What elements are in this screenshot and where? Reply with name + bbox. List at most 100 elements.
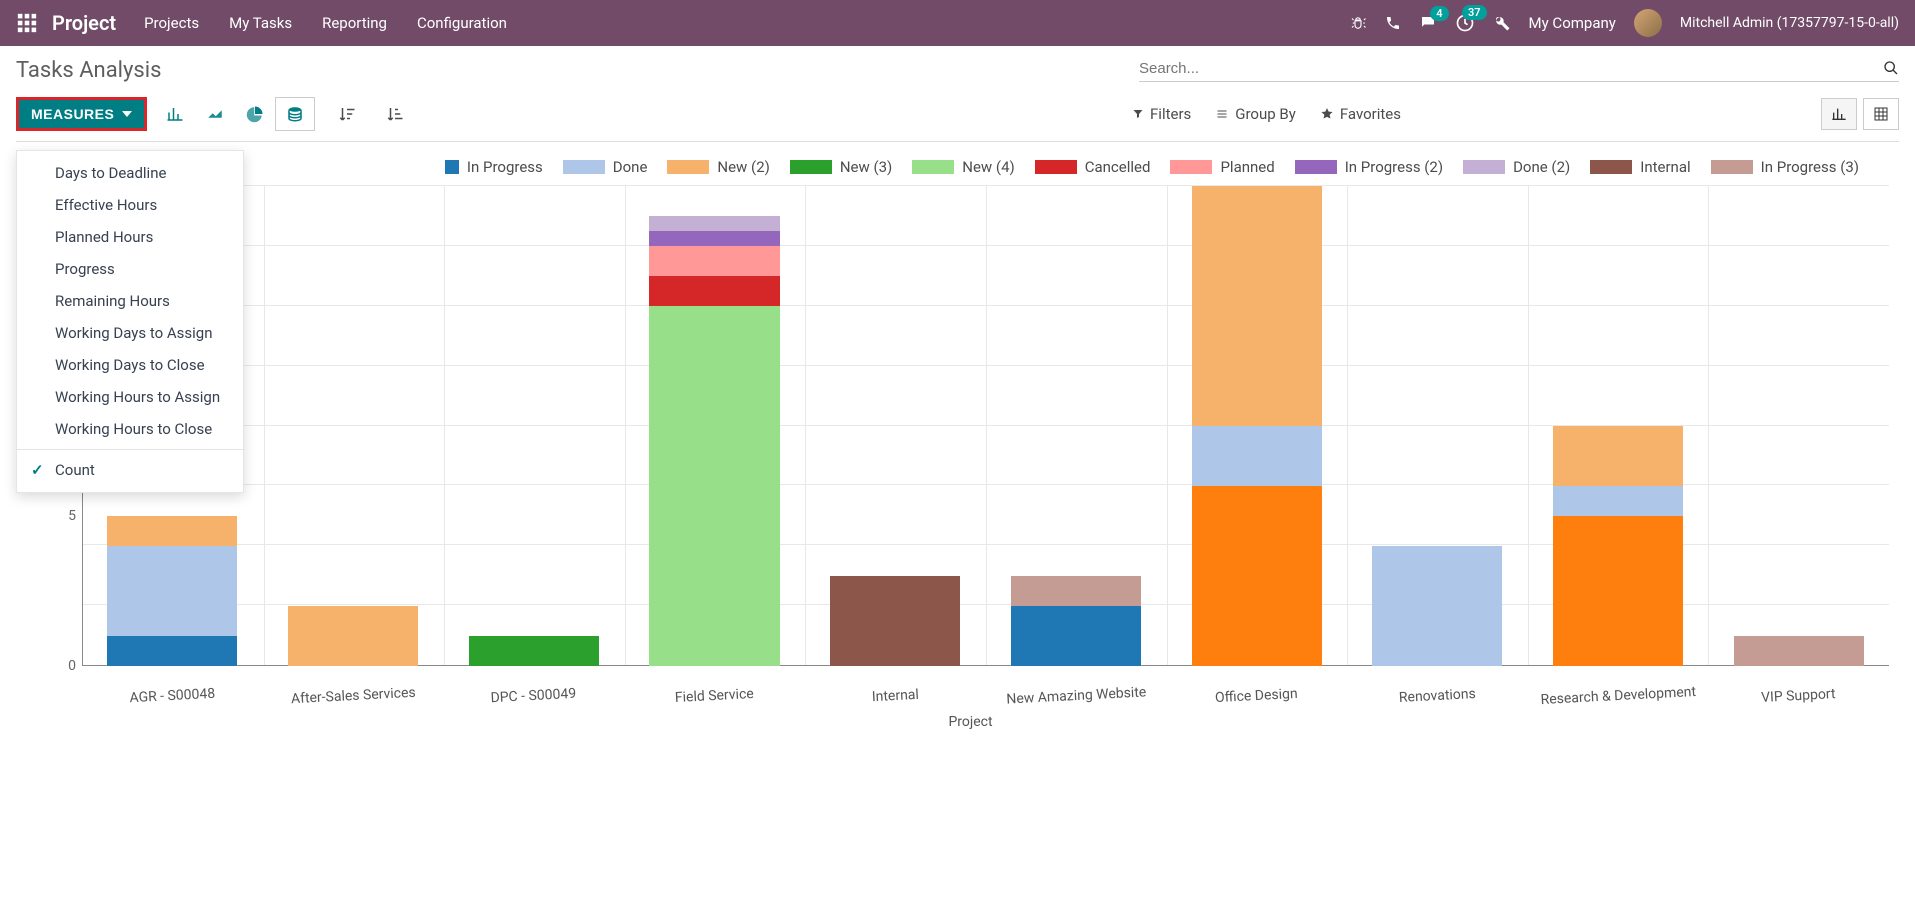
nav-link-configuration[interactable]: Configuration (417, 14, 507, 32)
bar-segment[interactable] (830, 576, 960, 666)
bar-segment[interactable] (649, 276, 779, 306)
bar-segment[interactable] (107, 636, 237, 666)
x-tick-label: AGR - S00048 (82, 683, 263, 708)
legend-item[interactable]: In Progress (2) (1295, 158, 1443, 176)
dd-effective-hours[interactable]: Effective Hours (17, 189, 243, 221)
bar-segment[interactable] (1734, 636, 1864, 666)
bar-segment[interactable] (1553, 426, 1683, 486)
app-brand[interactable]: Project (52, 11, 116, 35)
bar-segment[interactable] (1192, 426, 1322, 486)
dd-working-days-assign[interactable]: Working Days to Assign (17, 317, 243, 349)
legend-item[interactable]: Planned (1170, 158, 1274, 176)
x-tick-label: VIP Support (1708, 683, 1889, 708)
dd-planned-hours[interactable]: Planned Hours (17, 221, 243, 253)
bar-segment[interactable] (1192, 186, 1322, 426)
dd-working-days-close[interactable]: Working Days to Close (17, 349, 243, 381)
activity-badge: 37 (1462, 5, 1487, 20)
x-tick-label: Internal (805, 683, 986, 708)
bars (82, 186, 1889, 666)
bar[interactable] (1372, 546, 1502, 666)
pivot-view-button[interactable] (1863, 98, 1899, 130)
bar-segment[interactable] (649, 216, 779, 231)
x-tick-label: Renovations (1347, 683, 1528, 708)
bar-segment[interactable] (1372, 546, 1502, 666)
legend-item[interactable]: Done (563, 158, 648, 176)
nav-link-projects[interactable]: Projects (144, 14, 199, 32)
legend-item[interactable]: New (3) (790, 158, 892, 176)
bar[interactable] (1011, 576, 1141, 666)
legend-swatch (563, 160, 605, 174)
y-tick: 0 (68, 658, 76, 674)
bar-chart-button[interactable] (155, 97, 195, 131)
company-name[interactable]: My Company (1529, 14, 1616, 32)
favorites-label: Favorites (1340, 105, 1401, 123)
legend-label: Cancelled (1085, 158, 1151, 176)
filters-button[interactable]: Filters (1132, 105, 1191, 123)
bar-segment[interactable] (107, 516, 237, 546)
bar[interactable] (107, 516, 237, 666)
tools-icon[interactable] (1493, 14, 1511, 32)
dd-working-hours-assign[interactable]: Working Hours to Assign (17, 381, 243, 413)
legend-item[interactable]: New (4) (912, 158, 1014, 176)
bug-icon[interactable] (1349, 14, 1367, 32)
dd-count[interactable]: Count (17, 454, 243, 486)
legend-item[interactable]: In Progress (445, 158, 543, 176)
bar-segment[interactable] (1553, 516, 1683, 666)
bar[interactable] (1734, 636, 1864, 666)
legend-item[interactable]: In Progress (3) (1711, 158, 1859, 176)
bar-segment[interactable] (1192, 486, 1322, 666)
chart-area: In Progress Done New (2) New (3) New (4) Canc… (16, 141, 1899, 726)
legend-item[interactable]: Done (2) (1463, 158, 1570, 176)
caret-down-icon (122, 111, 132, 117)
bar-segment[interactable] (649, 246, 779, 276)
bar-slot (986, 186, 1167, 666)
graph-view-button[interactable] (1821, 98, 1857, 130)
bar[interactable] (1192, 186, 1322, 666)
bar-slot (263, 186, 444, 666)
bar-segment[interactable] (469, 636, 599, 666)
bar-segment[interactable] (1553, 486, 1683, 516)
apps-icon[interactable] (16, 12, 38, 34)
stacked-button[interactable] (275, 97, 315, 131)
sort-asc-button[interactable] (375, 97, 415, 131)
legend-item[interactable]: Internal (1590, 158, 1690, 176)
nav-link-mytasks[interactable]: My Tasks (229, 14, 292, 32)
favorites-button[interactable]: Favorites (1320, 105, 1401, 123)
bar[interactable] (830, 576, 960, 666)
search-input[interactable] (1139, 60, 1883, 77)
dd-working-hours-close[interactable]: Working Hours to Close (17, 413, 243, 445)
pie-chart-button[interactable] (235, 97, 275, 131)
messages-icon[interactable]: 4 (1419, 14, 1437, 32)
phone-icon[interactable] (1385, 15, 1401, 31)
legend-item[interactable]: Cancelled (1035, 158, 1151, 176)
dd-remaining-hours[interactable]: Remaining Hours (17, 285, 243, 317)
search-icon[interactable] (1883, 60, 1899, 76)
bar-segment[interactable] (107, 546, 237, 636)
bar-segment[interactable] (1011, 606, 1141, 666)
groupby-button[interactable]: Group By (1215, 105, 1296, 123)
x-tick-label: Field Service (624, 683, 805, 708)
control-panel: Tasks Analysis MEASURES (0, 46, 1915, 141)
bar-segment[interactable] (1011, 576, 1141, 606)
user-name[interactable]: Mitchell Admin (17357797-15-0-all) (1680, 15, 1899, 31)
bar-segment[interactable] (649, 306, 779, 666)
bar-segment[interactable] (649, 231, 779, 246)
measures-button[interactable]: MEASURES (16, 97, 147, 131)
activity-icon[interactable]: 37 (1455, 13, 1475, 33)
legend-item[interactable]: New (2) (667, 158, 769, 176)
bar[interactable] (1553, 426, 1683, 666)
line-chart-button[interactable] (195, 97, 235, 131)
dd-days-to-deadline[interactable]: Days to Deadline (17, 157, 243, 189)
bar[interactable] (469, 636, 599, 666)
sort-desc-button[interactable] (327, 97, 367, 131)
y-tick: 5 (68, 508, 76, 524)
avatar[interactable] (1634, 9, 1662, 37)
bar-slot (1347, 186, 1528, 666)
bar-segment[interactable] (288, 606, 418, 666)
bar[interactable] (288, 606, 418, 666)
bar[interactable] (649, 216, 779, 666)
x-labels: AGR - S00048After-Sales ServicesDPC - S0… (82, 688, 1889, 704)
dd-progress[interactable]: Progress (17, 253, 243, 285)
nav-link-reporting[interactable]: Reporting (322, 14, 387, 32)
legend-label: Planned (1220, 158, 1274, 176)
